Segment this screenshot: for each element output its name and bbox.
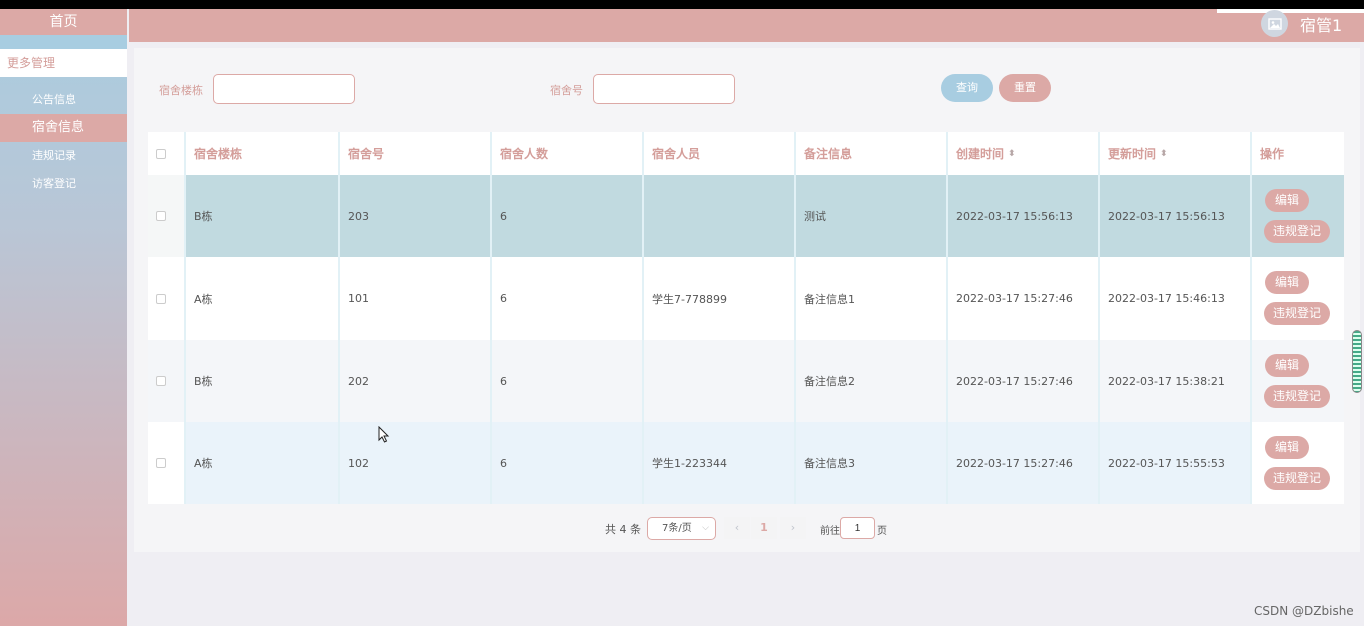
column-header: 宿舍人员	[644, 132, 796, 175]
table-header-row: 宿舍楼栋 宿舍号 宿舍人数 宿舍人员 备注信息 创建时间 ⬍ 更新时间 ⬍ 操作	[148, 132, 1344, 175]
cell-actions: 编辑 违规登记	[1252, 340, 1344, 422]
sidebar-home-submenu	[0, 35, 127, 49]
cell-building: B栋	[186, 175, 340, 257]
table-row[interactable]: B栋 203 6 测试 2022-03-17 15:56:13 2022-03-…	[148, 175, 1344, 257]
cell-members	[644, 175, 796, 257]
next-page-button[interactable]: ›	[780, 517, 806, 539]
scrollbar[interactable]	[1352, 330, 1362, 393]
table-row[interactable]: B栋 202 6 备注信息2 2022-03-17 15:27:46 2022-…	[148, 340, 1344, 422]
violation-register-button[interactable]: 违规登记	[1264, 467, 1330, 490]
column-header-updated[interactable]: 更新时间 ⬍	[1100, 132, 1252, 175]
cell-count: 6	[492, 175, 644, 257]
cell-building: A栋	[186, 257, 340, 340]
top-header	[129, 9, 1364, 42]
header-select-cell	[148, 132, 186, 175]
cell-actions: 编辑 违规登记	[1252, 422, 1344, 504]
edit-button[interactable]: 编辑	[1265, 436, 1309, 459]
cell-count: 6	[492, 340, 644, 422]
column-header: 备注信息	[796, 132, 948, 175]
mouse-cursor-icon	[378, 426, 390, 443]
row-checkbox[interactable]	[156, 376, 166, 386]
room-label: 宿舍号	[550, 84, 583, 97]
sidebar-item-violations[interactable]: 违规记录	[0, 142, 127, 170]
cell-updated: 2022-03-17 15:38:21	[1100, 340, 1252, 422]
violation-register-button[interactable]: 违规登记	[1264, 220, 1330, 243]
query-button[interactable]: 查询	[941, 74, 993, 102]
goto-label: 前往	[820, 526, 840, 537]
room-input[interactable]	[593, 74, 735, 104]
edit-button[interactable]: 编辑	[1265, 189, 1309, 212]
sort-icon[interactable]: ⬍	[1008, 149, 1016, 159]
page-size-select[interactable]: 7条/页 ⌵	[647, 517, 716, 540]
chevron-down-icon: ⌵	[702, 523, 709, 533]
cell-members: 学生1-223344	[644, 422, 796, 504]
pagination-total: 共 4 条	[605, 523, 641, 536]
column-header: 操作	[1260, 147, 1285, 161]
building-input[interactable]	[213, 74, 355, 104]
cell-room: 202	[340, 340, 492, 422]
edit-button[interactable]: 编辑	[1265, 271, 1309, 294]
edit-button[interactable]: 编辑	[1265, 354, 1309, 377]
cell-note: 备注信息2	[796, 340, 948, 422]
cell-actions: 编辑 违规登记	[1252, 257, 1344, 340]
cell-created: 2022-03-17 15:27:46	[948, 340, 1100, 422]
row-checkbox[interactable]	[156, 293, 166, 304]
sidebar: 首页 更多管理 公告信息 宿舍信息 违规记录 访客登记	[0, 9, 127, 626]
prev-page-button[interactable]: ‹	[724, 517, 750, 539]
building-label: 宿舍楼栋	[159, 84, 203, 97]
cell-created: 2022-03-17 15:56:13	[948, 175, 1100, 257]
cell-members	[644, 340, 796, 422]
cell-note: 测试	[796, 175, 948, 257]
row-select-cell	[148, 422, 186, 504]
sidebar-home[interactable]: 首页	[0, 9, 127, 35]
violation-register-button[interactable]: 违规登记	[1264, 385, 1330, 408]
cell-count: 6	[492, 257, 644, 340]
row-checkbox[interactable]	[156, 458, 166, 468]
column-header-label: 更新时间	[1108, 147, 1157, 161]
watermark: CSDN @DZbishe	[1254, 604, 1354, 618]
sidebar-item-visitors[interactable]: 访客登记	[0, 170, 127, 198]
column-header: 宿舍人数	[492, 132, 644, 175]
image-icon	[1267, 17, 1282, 30]
cell-building: B栋	[186, 340, 340, 422]
cell-building: A栋	[186, 422, 340, 504]
cell-members: 学生7-778899	[644, 257, 796, 340]
cell-updated: 2022-03-17 15:56:13	[1100, 175, 1252, 257]
cell-note: 备注信息1	[796, 257, 948, 340]
cell-count: 6	[492, 422, 644, 504]
row-select-cell	[148, 340, 186, 422]
page-number-current[interactable]: 1	[751, 517, 777, 539]
user-name[interactable]: 宿管1	[1300, 12, 1342, 36]
reset-button[interactable]: 重置	[999, 74, 1051, 102]
sidebar-item-dorm-info[interactable]: 宿舍信息	[0, 114, 127, 142]
select-all-checkbox[interactable]	[156, 148, 166, 159]
page-size-value: 7条/页	[662, 523, 692, 534]
cell-room: 101	[340, 257, 492, 340]
top-black-bar	[0, 0, 1364, 9]
table-row[interactable]: A栋 101 6 学生7-778899 备注信息1 2022-03-17 15:…	[148, 257, 1344, 340]
sidebar-group-more-management[interactable]: 更多管理	[0, 49, 127, 77]
table-row[interactable]: A栋 102 6 学生1-223344 备注信息3 2022-03-17 15:…	[148, 422, 1344, 504]
column-header-label: 创建时间	[956, 147, 1005, 161]
cell-updated: 2022-03-17 15:55:53	[1100, 422, 1252, 504]
sort-icon[interactable]: ⬍	[1160, 149, 1168, 159]
row-checkbox[interactable]	[156, 211, 166, 221]
row-select-cell	[148, 175, 186, 257]
cell-created: 2022-03-17 15:27:46	[948, 422, 1100, 504]
cell-note: 备注信息3	[796, 422, 948, 504]
column-header: 宿舍号	[340, 132, 492, 175]
cell-created: 2022-03-17 15:27:46	[948, 257, 1100, 340]
cell-room: 203	[340, 175, 492, 257]
cell-room: 102	[340, 422, 492, 504]
cell-actions: 编辑 违规登记	[1252, 175, 1344, 257]
goto-page-input[interactable]	[840, 517, 875, 539]
page-suffix: 页	[877, 526, 887, 537]
sidebar-item-announcements[interactable]: 公告信息	[0, 86, 127, 114]
violation-register-button[interactable]: 违规登记	[1264, 302, 1330, 325]
avatar[interactable]	[1261, 10, 1288, 37]
column-header: 宿舍楼栋	[186, 132, 340, 175]
cell-updated: 2022-03-17 15:46:13	[1100, 257, 1252, 340]
row-select-cell	[148, 257, 186, 340]
column-header-created[interactable]: 创建时间 ⬍	[948, 132, 1100, 175]
